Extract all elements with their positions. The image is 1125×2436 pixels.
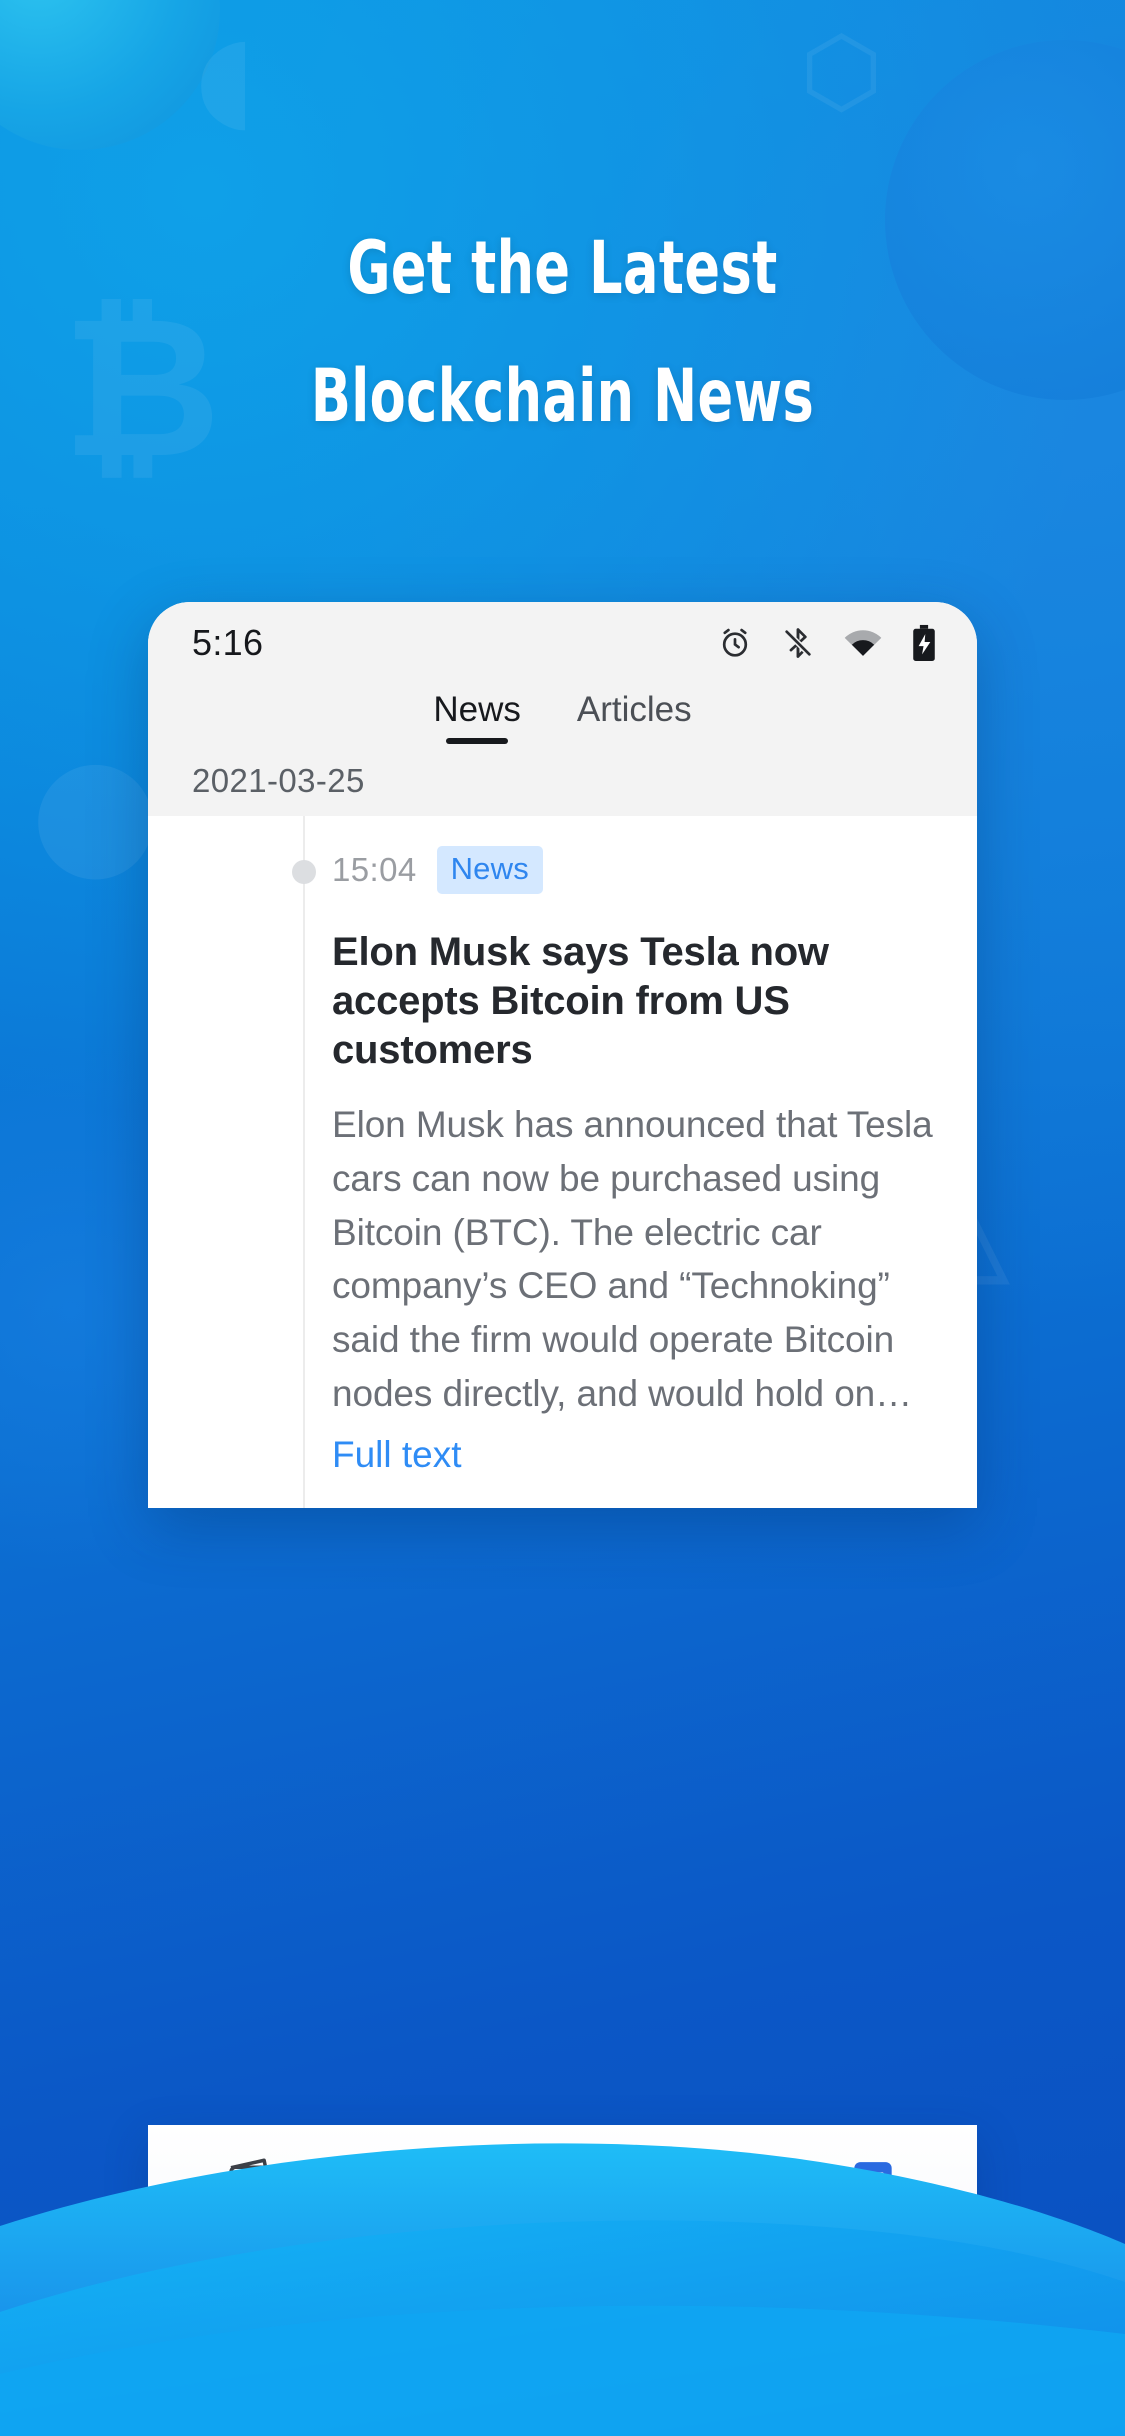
date-header: 2021-03-25 bbox=[148, 762, 977, 816]
decor-wave-foreground bbox=[0, 2076, 1125, 2436]
news-time: 15:04 bbox=[332, 851, 417, 888]
tab-news[interactable]: News bbox=[433, 690, 521, 744]
page-title-line-1: Get the Latest bbox=[347, 226, 778, 311]
news-summary: Elon Musk has announced that Tesla cars … bbox=[332, 1104, 933, 1414]
news-list-item[interactable]: 15:04 News Elon Musk says Tesla now acce… bbox=[148, 816, 977, 1508]
status-bar-icons bbox=[717, 624, 937, 662]
decor-blob-top-left bbox=[0, 0, 220, 150]
status-bar: 5:16 bbox=[148, 602, 977, 684]
polkadot-watermark-icon: ● bbox=[30, 723, 161, 897]
status-bar-clock: 5:16 bbox=[192, 622, 264, 663]
timeline-dot-icon bbox=[292, 860, 316, 884]
hex-watermark-icon: ⬡ bbox=[800, 17, 883, 127]
page-title-line-2: Blockchain News bbox=[310, 354, 815, 439]
battery-charging-icon bbox=[911, 624, 937, 662]
page-title: Get the Latest Blockchain News bbox=[113, 205, 1013, 461]
wifi-icon bbox=[843, 628, 883, 658]
news-feed: 15:04 News Elon Musk says Tesla now acce… bbox=[148, 816, 977, 1508]
flame-watermark-icon: ◖ bbox=[195, 10, 256, 144]
news-title[interactable]: Elon Musk says Tesla now accepts Bitcoin… bbox=[332, 928, 933, 1074]
bluetooth-off-icon bbox=[781, 625, 815, 661]
full-text-link[interactable]: Full text bbox=[332, 1434, 462, 1476]
tab-bar: News Articles bbox=[148, 684, 977, 762]
phone-mockup: 5:16 News Articles 2021-03-25 15:04 News… bbox=[148, 602, 977, 1508]
alarm-icon bbox=[717, 625, 753, 661]
status-badge: News bbox=[436, 846, 543, 894]
news-meta: 15:04 News bbox=[332, 846, 933, 894]
tab-articles[interactable]: Articles bbox=[577, 690, 692, 744]
